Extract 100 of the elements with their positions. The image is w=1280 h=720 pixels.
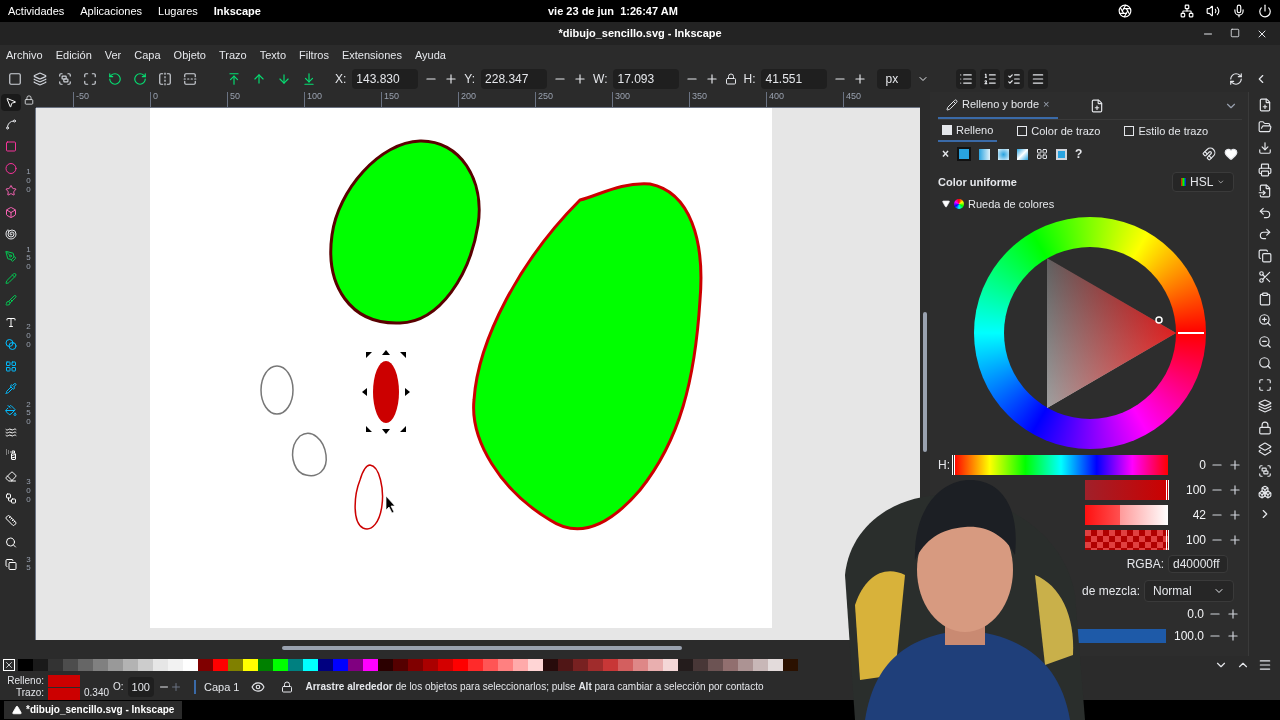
value-field[interactable]: 0 [1172,457,1206,473]
visibility-icon[interactable] [251,680,266,694]
new-document-icon[interactable] [1089,98,1104,113]
color-swatch[interactable] [258,659,273,671]
hue-marker[interactable] [1178,332,1204,334]
number-field[interactable]: 41.551 [761,69,828,89]
menu-item[interactable]: Ayuda [414,48,446,63]
raise-top-icon[interactable] [227,72,241,86]
color-swatch[interactable] [108,659,123,671]
color-swatch[interactable] [123,659,138,671]
selection-handles[interactable] [362,350,410,434]
zoom-out-icon[interactable] [1257,334,1272,349]
color-swatch[interactable] [513,659,528,671]
no-color-swatch[interactable] [3,659,15,671]
color-swatch[interactable] [633,659,648,671]
color-swatch[interactable] [48,659,63,671]
import-icon[interactable] [1257,184,1272,198]
rotate-right-icon[interactable] [133,72,147,86]
new-document-icon[interactable] [1257,98,1272,112]
color-swatch[interactable] [213,659,228,671]
flat-color-button[interactable] [957,147,971,161]
color-swatch[interactable] [168,659,183,671]
color-slider[interactable] [1085,530,1168,550]
printer-icon[interactable] [1257,162,1272,177]
color-slider[interactable] [1085,480,1168,500]
color-swatch[interactable] [423,659,438,671]
stroke-swatch[interactable] [48,687,80,700]
color-swatch[interactable] [543,659,558,671]
no-paint-button[interactable]: × [942,146,949,162]
subtab[interactable]: Color de trazo [1013,120,1105,142]
rotate-left-icon[interactable] [108,72,122,86]
menu-item[interactable]: Archivo [6,48,43,63]
value-field[interactable]: 100 [1172,482,1206,498]
color-swatch[interactable] [528,659,543,671]
color-slider[interactable] [954,455,1168,475]
menu-item[interactable]: Trazo [219,48,247,63]
color-swatch[interactable] [723,659,738,671]
search-icon[interactable] [1257,356,1272,370]
color-swatch[interactable] [198,659,213,671]
color-swatch[interactable] [378,659,393,671]
color-swatch[interactable] [783,659,798,671]
refresh-icon[interactable] [1229,72,1243,86]
color-swatch[interactable] [498,659,513,671]
color-swatch[interactable] [618,659,633,671]
value-field[interactable]: 42 [1172,507,1206,523]
number-field[interactable]: 228.347 [481,69,548,89]
power-icon[interactable] [1258,4,1272,18]
mesh-gradient-button[interactable] [1017,148,1028,160]
copy-icon[interactable] [1257,248,1272,263]
slider-thumb[interactable] [1166,480,1169,500]
color-swatch[interactable] [588,659,603,671]
pattern-button[interactable] [1036,148,1048,160]
layers-icon[interactable] [1257,399,1272,413]
color-swatch[interactable] [393,659,408,671]
menu-item[interactable]: Texto [259,48,286,63]
microphone-icon[interactable] [1232,4,1246,18]
color-swatch[interactable] [708,659,723,671]
number-field[interactable]: 17.093 [613,69,680,89]
color-swatch[interactable] [693,659,708,671]
increment-icon[interactable] [853,72,868,86]
color-swatch[interactable] [78,659,93,671]
heart-icon[interactable] [1224,147,1238,161]
lower-icon[interactable] [277,72,291,86]
opacity-field[interactable]: 100 [127,677,154,697]
increment-icon[interactable] [1228,508,1242,522]
undo-icon[interactable] [1257,205,1272,220]
color-swatch[interactable] [288,659,303,671]
redo-icon[interactable] [1257,227,1272,241]
color-swatch[interactable] [18,659,33,671]
rgba-field[interactable]: d40000ff [1168,555,1228,573]
raise-icon[interactable] [252,72,266,86]
increment-icon[interactable] [1228,483,1242,497]
value-field[interactable]: 100.0 [1170,628,1204,644]
fill-swatch[interactable] [48,674,80,687]
increment-icon[interactable] [705,72,720,86]
color-swatch[interactable] [303,659,318,671]
color-swatch[interactable] [228,659,243,671]
increment-icon[interactable] [573,72,588,86]
network-icon[interactable] [1180,4,1194,18]
magnet-icon[interactable] [1202,147,1216,161]
color-swatch[interactable] [453,659,468,671]
color-swatch[interactable] [333,659,348,671]
color-swatch[interactable] [663,659,678,671]
subtab[interactable]: Estilo de trazo [1120,120,1213,142]
color-swatch[interactable] [558,659,573,671]
color-swatch[interactable] [33,659,48,671]
color-swatch[interactable] [348,659,363,671]
color-swatch[interactable] [438,659,453,671]
menu-item[interactable]: Filtros [299,48,329,63]
maximize-icon[interactable] [1230,27,1240,38]
increment-icon[interactable] [444,72,459,86]
clipboard-icon[interactable] [1257,291,1272,306]
download-icon[interactable] [1257,141,1272,155]
lock-icon[interactable] [24,95,34,105]
increment-icon[interactable] [1228,533,1242,547]
color-swatch[interactable] [93,659,108,671]
color-swatch[interactable] [753,659,768,671]
volume-icon[interactable] [1206,4,1220,18]
folder-icon[interactable] [1257,119,1272,134]
unset-paint-button[interactable]: ? [1075,146,1083,162]
